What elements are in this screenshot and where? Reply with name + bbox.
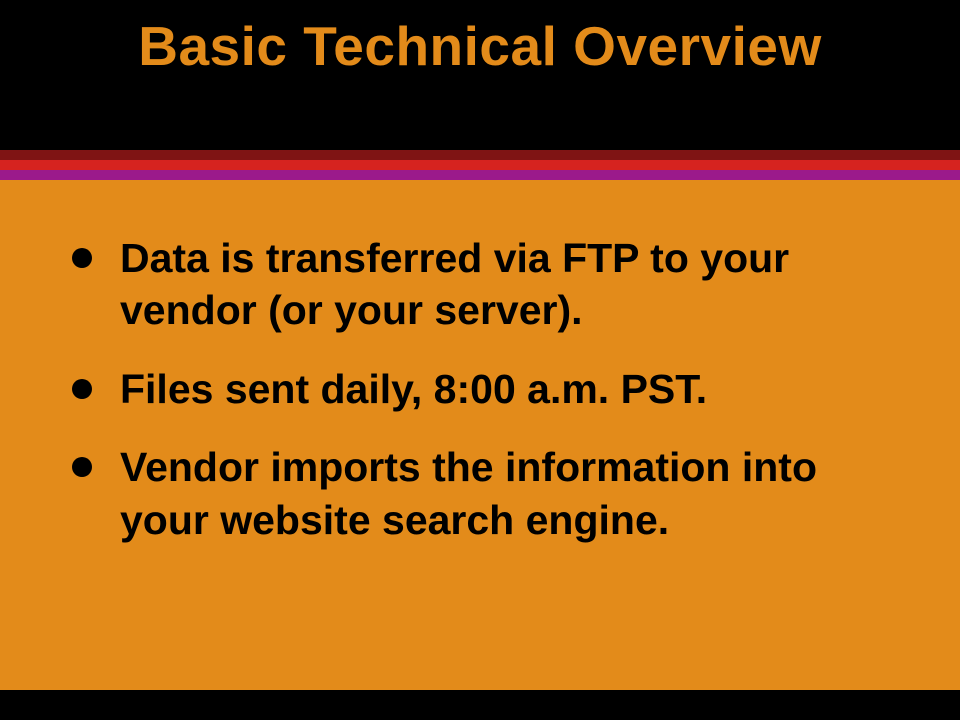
bullet-list: Data is transferred via FTP to your vend… [0, 190, 960, 546]
bar-dark-red [0, 150, 960, 160]
title-area: Basic Technical Overview [0, 0, 960, 150]
list-item: Data is transferred via FTP to your vend… [72, 232, 906, 337]
bar-orange [0, 180, 960, 190]
bar-red [0, 160, 960, 170]
slide: Basic Technical Overview Data is transfe… [0, 0, 960, 720]
decorative-bars [0, 150, 960, 190]
content-area: Data is transferred via FTP to your vend… [0, 190, 960, 690]
list-item: Vendor imports the information into your… [72, 441, 906, 546]
bar-purple [0, 170, 960, 180]
slide-title: Basic Technical Overview [0, 0, 960, 78]
list-item: Files sent daily, 8:00 a.m. PST. [72, 363, 906, 415]
